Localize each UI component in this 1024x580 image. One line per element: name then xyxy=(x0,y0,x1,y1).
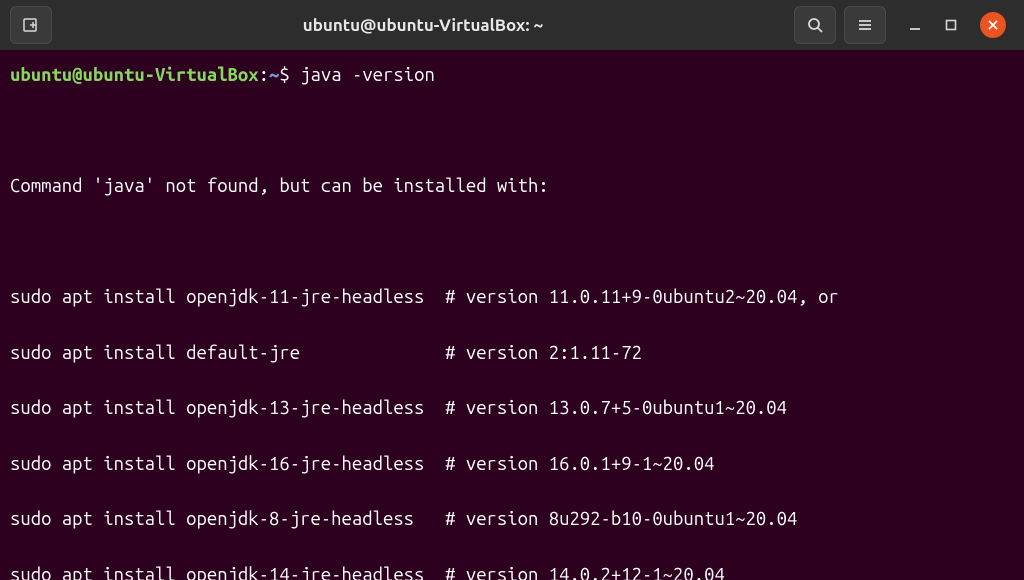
output-suggestion: sudo apt install openjdk-16-jre-headless… xyxy=(10,451,1014,479)
output-suggestion: sudo apt install openjdk-14-jre-headless… xyxy=(10,562,1014,580)
output-suggestion: sudo apt install default-jre # version 2… xyxy=(10,340,1014,368)
maximize-button[interactable] xyxy=(944,18,958,32)
prompt-user-host: ubuntu@ubuntu-VirtualBox xyxy=(10,65,259,85)
hamburger-icon xyxy=(856,16,874,34)
blank-line xyxy=(10,229,1014,257)
terminal-body[interactable]: ubuntu@ubuntu-VirtualBox:~$ java -versio… xyxy=(0,50,1024,580)
minimize-icon xyxy=(908,18,922,32)
blank-line xyxy=(10,118,1014,146)
prompt-path: ~ xyxy=(269,65,279,85)
prompt-line-1: ubuntu@ubuntu-VirtualBox:~$ java -versio… xyxy=(10,62,1014,90)
close-icon xyxy=(987,19,999,31)
search-button[interactable] xyxy=(794,6,836,44)
new-tab-icon xyxy=(22,16,40,34)
maximize-icon xyxy=(944,18,958,32)
minimize-button[interactable] xyxy=(908,18,922,32)
command-text: java -version xyxy=(300,65,435,85)
window-controls xyxy=(908,12,1006,38)
menu-button[interactable] xyxy=(844,6,886,44)
close-button[interactable] xyxy=(980,12,1006,38)
new-tab-button[interactable] xyxy=(10,6,52,44)
output-suggestion: sudo apt install openjdk-11-jre-headless… xyxy=(10,284,1014,312)
titlebar-right xyxy=(794,6,1014,44)
output-suggestion: sudo apt install openjdk-8-jre-headless … xyxy=(10,506,1014,534)
prompt-colon: : xyxy=(259,65,269,85)
prompt-dollar: $ xyxy=(279,65,289,85)
titlebar: ubuntu@ubuntu-VirtualBox: ~ xyxy=(0,0,1024,50)
terminal-window: ubuntu@ubuntu-VirtualBox: ~ xyxy=(0,0,1024,580)
titlebar-left xyxy=(10,6,52,44)
search-icon xyxy=(806,16,824,34)
window-title: ubuntu@ubuntu-VirtualBox: ~ xyxy=(60,16,786,35)
output-suggestion: sudo apt install openjdk-13-jre-headless… xyxy=(10,395,1014,423)
output-notfound: Command 'java' not found, but can be ins… xyxy=(10,173,1014,201)
